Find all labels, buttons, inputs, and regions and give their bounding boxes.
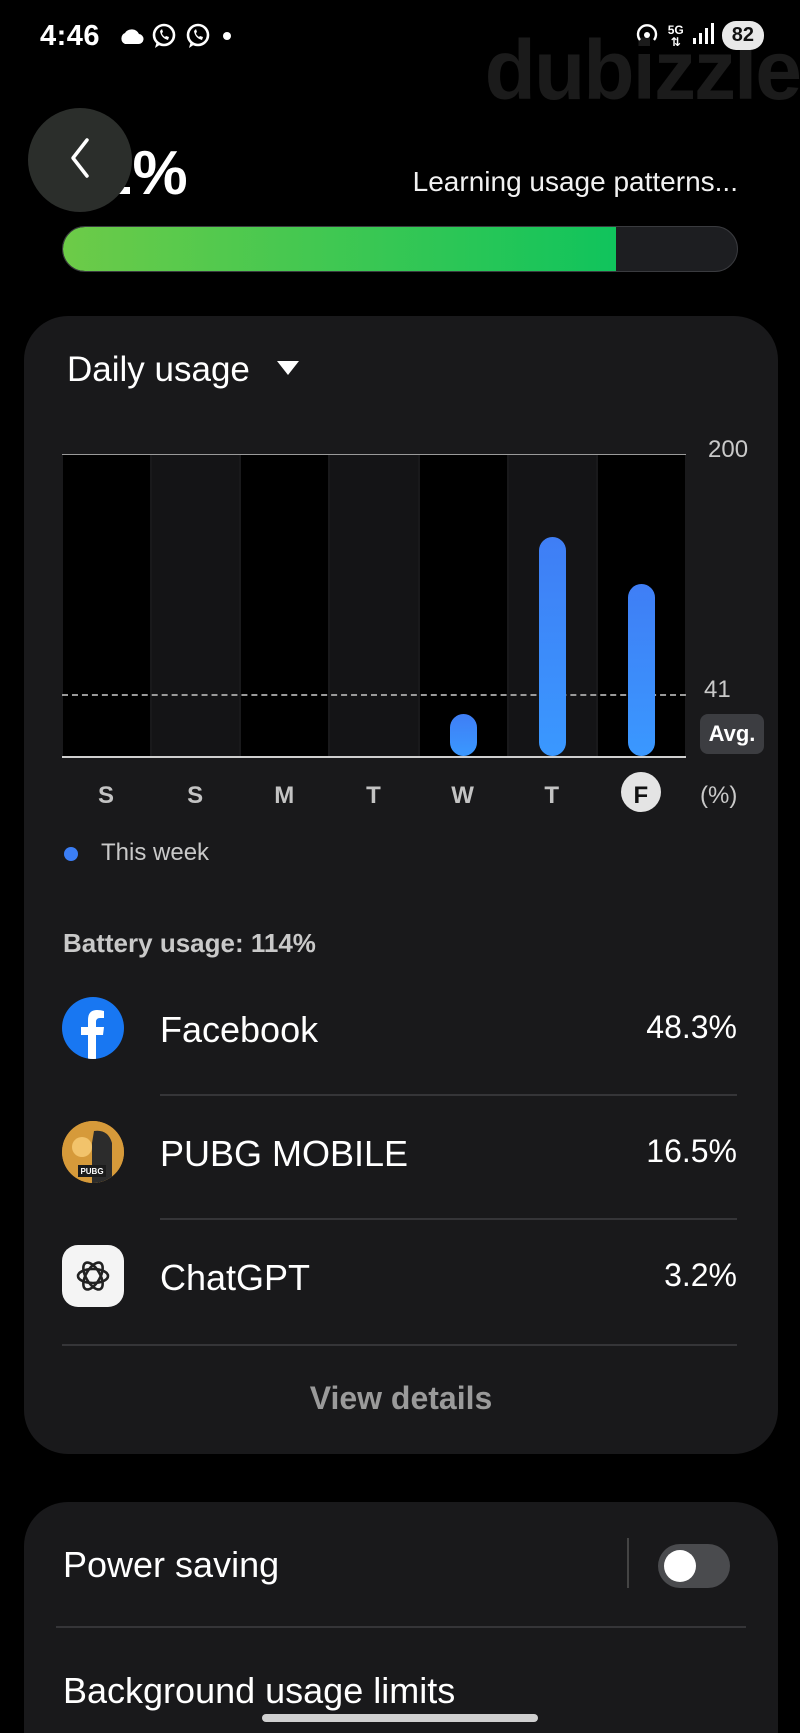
divider <box>627 1538 629 1588</box>
chevron-left-icon <box>65 136 95 185</box>
chart-bar <box>538 537 566 756</box>
view-details-button[interactable]: View details <box>24 1380 778 1417</box>
daily-usage-dropdown[interactable]: Daily usage <box>67 350 300 390</box>
day-label: M <box>274 782 295 809</box>
settings-card: Power saving Background usage limits <box>24 1502 778 1733</box>
background-usage-limits[interactable]: Background usage limits <box>63 1670 455 1712</box>
day-label: S <box>187 782 204 809</box>
caret-down-icon <box>276 360 300 381</box>
day-label: T <box>544 782 560 809</box>
toggle-knob <box>664 1550 696 1582</box>
back-button[interactable] <box>28 108 132 212</box>
learning-status: Learning usage patterns... <box>412 166 738 197</box>
app-name: PUBG MOBILE <box>160 1133 409 1174</box>
chart-baseline <box>62 756 686 758</box>
status-time: 4:46 <box>40 20 101 52</box>
power-saving-label[interactable]: Power saving <box>63 1544 279 1586</box>
app-name: ChatGPT <box>160 1257 311 1298</box>
app-percent: 48.3% <box>646 1009 737 1045</box>
signal-icon <box>692 21 714 50</box>
power-saving-toggle[interactable] <box>658 1544 730 1588</box>
y-tick-label: 41 <box>704 676 731 704</box>
legend-dot <box>64 847 78 861</box>
app-row-pubg[interactable]: PUBG PUBG MOBILE 16.5% <box>24 1100 778 1210</box>
network-type: 5G ⇅ <box>667 22 684 49</box>
chatgpt-icon <box>62 1245 124 1307</box>
divider <box>62 1344 737 1346</box>
status-system-icons: 5G ⇅ 82 <box>634 20 764 51</box>
battery-progress-bar <box>62 226 738 272</box>
divider <box>56 1626 746 1628</box>
divider <box>160 1094 737 1096</box>
divider <box>160 1218 737 1220</box>
home-indicator[interactable] <box>262 1714 538 1722</box>
app-name: Facebook <box>160 1009 319 1050</box>
day-label: W <box>451 782 474 809</box>
app-percent: 3.2% <box>664 1257 737 1293</box>
app-row-chatgpt[interactable]: ChatGPT 3.2% <box>24 1224 778 1334</box>
status-bar: 4:46 dubizzle 5G ⇅ 82 <box>0 0 800 112</box>
svg-text:PUBG: PUBG <box>80 1167 103 1176</box>
pubg-icon: PUBG <box>62 1121 124 1183</box>
cloud-icon <box>118 26 144 51</box>
chart-gridline <box>62 454 686 455</box>
usage-card: Daily usage 200 41 Avg. (%) S S M T W T F This wee… <box>24 316 778 1454</box>
y-tick-label: 200 <box>708 436 749 463</box>
hotspot-icon <box>634 20 660 51</box>
battery-indicator: 82 <box>721 21 764 50</box>
legend-label: This week <box>101 839 210 866</box>
chart-bar <box>449 713 477 756</box>
battery-usage-total: Battery usage: 114% <box>63 928 316 958</box>
day-label: T <box>366 782 381 809</box>
status-notification-icons <box>118 22 236 55</box>
chart-column <box>241 455 329 756</box>
chart-bar <box>627 583 655 756</box>
day-label: F <box>633 782 649 809</box>
battery-progress-fill <box>63 227 616 271</box>
average-line <box>62 694 686 697</box>
chart-column <box>419 455 507 756</box>
chart-column <box>152 455 240 756</box>
whatsapp-icon <box>150 22 178 55</box>
average-badge: Avg. <box>700 714 764 755</box>
dot-icon <box>218 27 236 50</box>
y-unit-label: (%) <box>700 782 738 809</box>
day-label: S <box>97 782 114 809</box>
app-percent: 16.5% <box>646 1133 737 1169</box>
chart-column <box>330 455 418 756</box>
whatsapp-icon <box>184 22 212 55</box>
daily-usage-title: Daily usage <box>67 350 250 389</box>
chart-column <box>63 455 151 756</box>
facebook-icon <box>62 997 124 1059</box>
app-row-facebook[interactable]: Facebook 48.3% <box>24 976 778 1086</box>
